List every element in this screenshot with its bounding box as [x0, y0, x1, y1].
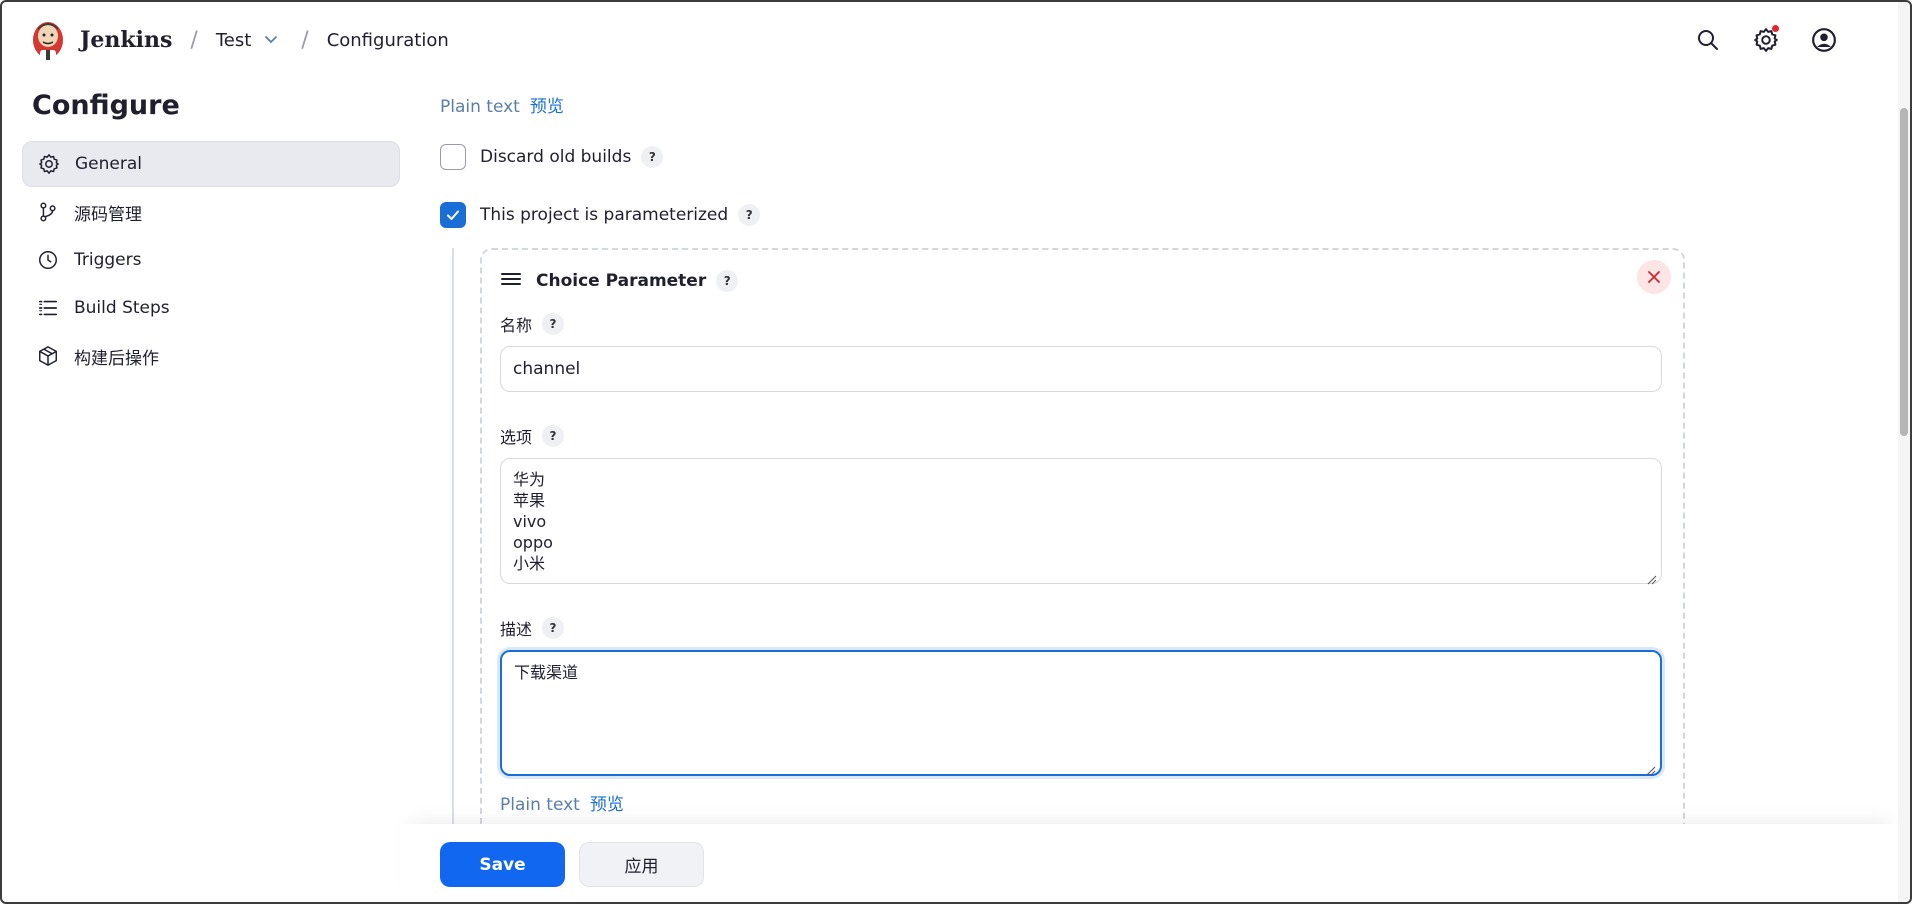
choices-field-label: 选项 ?: [500, 424, 565, 448]
discard-old-builds-row: Discard old builds ?: [440, 144, 664, 170]
search-icon[interactable]: [1692, 22, 1724, 58]
sidebar-item-scm[interactable]: 源码管理: [22, 189, 400, 235]
jenkins-logo[interactable]: [30, 18, 66, 62]
name-input[interactable]: channel: [500, 346, 1662, 392]
name-field-label: 名称 ?: [500, 312, 565, 336]
header-actions: [1692, 22, 1840, 58]
chevron-down-icon[interactable]: [261, 30, 281, 50]
sidebar-item-triggers[interactable]: Triggers: [22, 237, 400, 283]
parameterized-row: This project is parameterized ?: [440, 202, 761, 228]
choices-textarea[interactable]: 华为 苹果 vivo oppo 小米: [500, 458, 1662, 585]
plain-text-label: Plain text: [440, 97, 520, 117]
preview-link[interactable]: 预览: [530, 97, 564, 117]
help-icon[interactable]: ?: [542, 313, 565, 335]
choice-line: 苹果: [513, 491, 546, 510]
list-icon: [36, 296, 60, 320]
choice-line: 华为: [513, 470, 546, 489]
preview-link[interactable]: 预览: [590, 795, 624, 815]
clock-icon: [36, 248, 60, 272]
name-label-text: 名称: [500, 316, 533, 335]
package-icon: [36, 344, 60, 368]
description-field-label: 描述 ?: [500, 616, 565, 640]
sidebar: Configure General 源码管理 Triggers Build St…: [22, 90, 400, 381]
breadcrumb-configuration[interactable]: Configuration: [327, 30, 449, 51]
parameterized-label[interactable]: This project is parameterized: [480, 205, 728, 225]
choice-line: 小米: [513, 554, 546, 573]
help-icon[interactable]: ?: [542, 425, 565, 447]
brand-name[interactable]: Jenkins: [80, 27, 172, 53]
choice-parameter-card: Choice Parameter ? 名称 ? channel 选项 ? 华为 …: [480, 248, 1685, 868]
git-branch-icon: [36, 200, 60, 224]
sidebar-item-general[interactable]: General: [22, 141, 400, 187]
parameter-list-line: [452, 248, 454, 904]
apply-button[interactable]: 应用: [579, 842, 704, 887]
breadcrumb-test[interactable]: Test: [216, 30, 251, 51]
sidebar-item-label: 源码管理: [74, 204, 142, 225]
save-button[interactable]: Save: [440, 842, 565, 887]
sidebar-title: Configure: [32, 90, 180, 121]
param-description-format-row: Plain text 预览: [500, 790, 624, 815]
sidebar-item-label: General: [75, 154, 142, 174]
help-icon[interactable]: ?: [738, 204, 761, 226]
description-label-text: 描述: [500, 620, 533, 639]
breadcrumb-separator: /: [190, 27, 198, 53]
close-icon: [1648, 271, 1660, 283]
drag-handle-icon[interactable]: [500, 268, 522, 294]
description-text: 下载渠道: [514, 663, 579, 682]
delete-parameter-button[interactable]: [1637, 260, 1671, 294]
bottom-action-bar: Save 应用: [400, 824, 1900, 904]
choice-parameter-header: Choice Parameter ?: [500, 268, 739, 294]
discard-old-builds-label[interactable]: Discard old builds: [480, 147, 631, 167]
sidebar-item-build-steps[interactable]: Build Steps: [22, 285, 400, 331]
discard-old-builds-checkbox[interactable]: [440, 144, 466, 170]
help-icon[interactable]: ?: [542, 617, 565, 639]
choice-line: oppo: [513, 533, 553, 552]
plain-text-label: Plain text: [500, 795, 580, 815]
help-icon[interactable]: ?: [716, 270, 739, 292]
scrollbar-thumb[interactable]: [1900, 108, 1908, 436]
settings-icon[interactable]: [1750, 22, 1782, 58]
notification-dot: [1772, 25, 1779, 32]
breadcrumb-separator: /: [301, 27, 309, 53]
choice-line: vivo: [513, 512, 547, 531]
choices-label-text: 选项: [500, 428, 533, 447]
resize-handle-icon[interactable]: [1647, 569, 1657, 585]
gear-icon: [37, 152, 61, 176]
description-format-row: Plain text 预览: [440, 92, 564, 117]
user-icon[interactable]: [1808, 22, 1840, 58]
description-textarea[interactable]: 下载渠道: [500, 650, 1662, 776]
checkmark-icon: [447, 210, 459, 220]
help-icon[interactable]: ?: [641, 146, 664, 168]
top-header: Jenkins / Test / Configuration: [0, 0, 1900, 80]
sidebar-item-post-build[interactable]: 构建后操作: [22, 333, 400, 379]
sidebar-item-label: Build Steps: [74, 298, 170, 318]
sidebar-item-label: 构建后操作: [74, 348, 159, 369]
choice-parameter-title: Choice Parameter: [536, 271, 707, 291]
sidebar-item-label: Triggers: [74, 250, 142, 270]
parameterized-checkbox[interactable]: [440, 202, 466, 228]
resize-handle-icon[interactable]: [1646, 760, 1656, 776]
